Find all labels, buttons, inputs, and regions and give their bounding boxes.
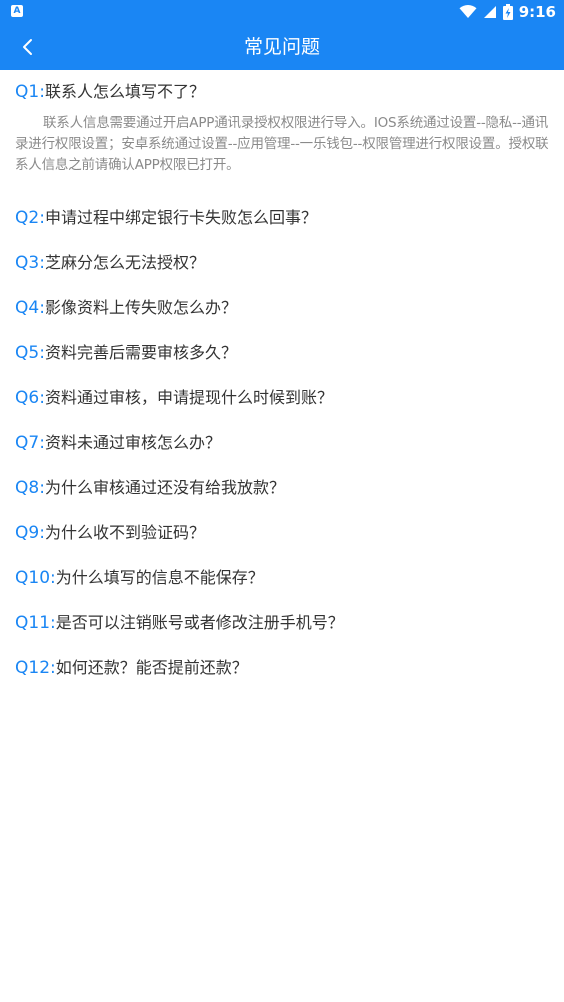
status-time: 9:16 <box>518 3 556 21</box>
question-number: Q7: <box>15 433 45 453</box>
question-text: 资料完善后需要审核多久？ <box>44 343 237 362</box>
status-icons: 9:16 <box>459 3 556 21</box>
faq-question-5[interactable]: Q5:资料完善后需要审核多久？ <box>15 338 237 368</box>
status-bar: A 9:16 <box>0 0 564 24</box>
faq-question-11[interactable]: Q11:是否可以注销账号或者修改注册手机号？ <box>15 608 344 638</box>
faq-question-8[interactable]: Q8:为什么审核通过还没有给我放款？ <box>15 473 285 503</box>
faq-question-4[interactable]: Q4:影像资料上传失败怎么办？ <box>15 293 237 323</box>
faq-question-6[interactable]: Q6:资料通过审核，申请提现什么时候到账？ <box>15 383 333 413</box>
question-number: Q2: <box>15 208 45 228</box>
question-text: 影像资料上传失败怎么办？ <box>44 298 237 317</box>
question-text: 为什么审核通过还没有给我放款？ <box>44 478 285 497</box>
question-text: 联系人怎么填写不了？ <box>44 82 205 101</box>
page-title: 常见问题 <box>243 36 320 58</box>
question-number: Q6: <box>15 388 45 408</box>
faq-question-1[interactable]: Q1:联系人怎么填写不了？ <box>15 77 205 107</box>
question-text: 芝麻分怎么无法授权？ <box>44 253 205 272</box>
faq-question-9[interactable]: Q9:为什么收不到验证码？ <box>15 518 205 548</box>
question-number: Q4: <box>15 298 45 318</box>
app-bar: 常见问题 <box>0 24 564 70</box>
question-text: 为什么收不到验证码？ <box>44 523 205 542</box>
faq-answer-1: 联系人信息需要通过开启APP通讯录授权权限进行导入。IOS系统通过设置--隐私-… <box>15 115 549 173</box>
question-number: Q3: <box>15 253 45 273</box>
app-notification-icon: A <box>11 5 23 17</box>
faq-question-12[interactable]: Q12:如何还款？能否提前还款？ <box>15 653 248 683</box>
question-text: 资料未通过审核怎么办？ <box>44 433 221 452</box>
question-number: Q11: <box>15 613 56 633</box>
question-text: 申请过程中绑定银行卡失败怎么回事？ <box>44 208 317 227</box>
question-number: Q10: <box>15 568 56 588</box>
question-number: Q9: <box>15 523 45 543</box>
question-text: 为什么填写的信息不能保存？ <box>55 568 264 587</box>
faq-question-2[interactable]: Q2:申请过程中绑定银行卡失败怎么回事？ <box>15 203 317 233</box>
faq-question-10[interactable]: Q10:为什么填写的信息不能保存？ <box>15 563 264 593</box>
question-text: 是否可以注销账号或者修改注册手机号？ <box>55 613 344 632</box>
faq-question-3[interactable]: Q3:芝麻分怎么无法授权？ <box>15 248 205 278</box>
question-number: Q12: <box>15 658 56 678</box>
question-text: 如何还款？能否提前还款？ <box>55 658 248 677</box>
question-number: Q8: <box>15 478 45 498</box>
question-number: Q1: <box>15 82 45 102</box>
signal-icon <box>483 6 496 18</box>
question-number: Q5: <box>15 343 45 363</box>
battery-charging-icon <box>502 4 513 20</box>
faq-question-7[interactable]: Q7:资料未通过审核怎么办？ <box>15 428 221 458</box>
wifi-icon <box>459 5 477 18</box>
question-text: 资料通过审核，申请提现什么时候到账？ <box>44 388 333 407</box>
